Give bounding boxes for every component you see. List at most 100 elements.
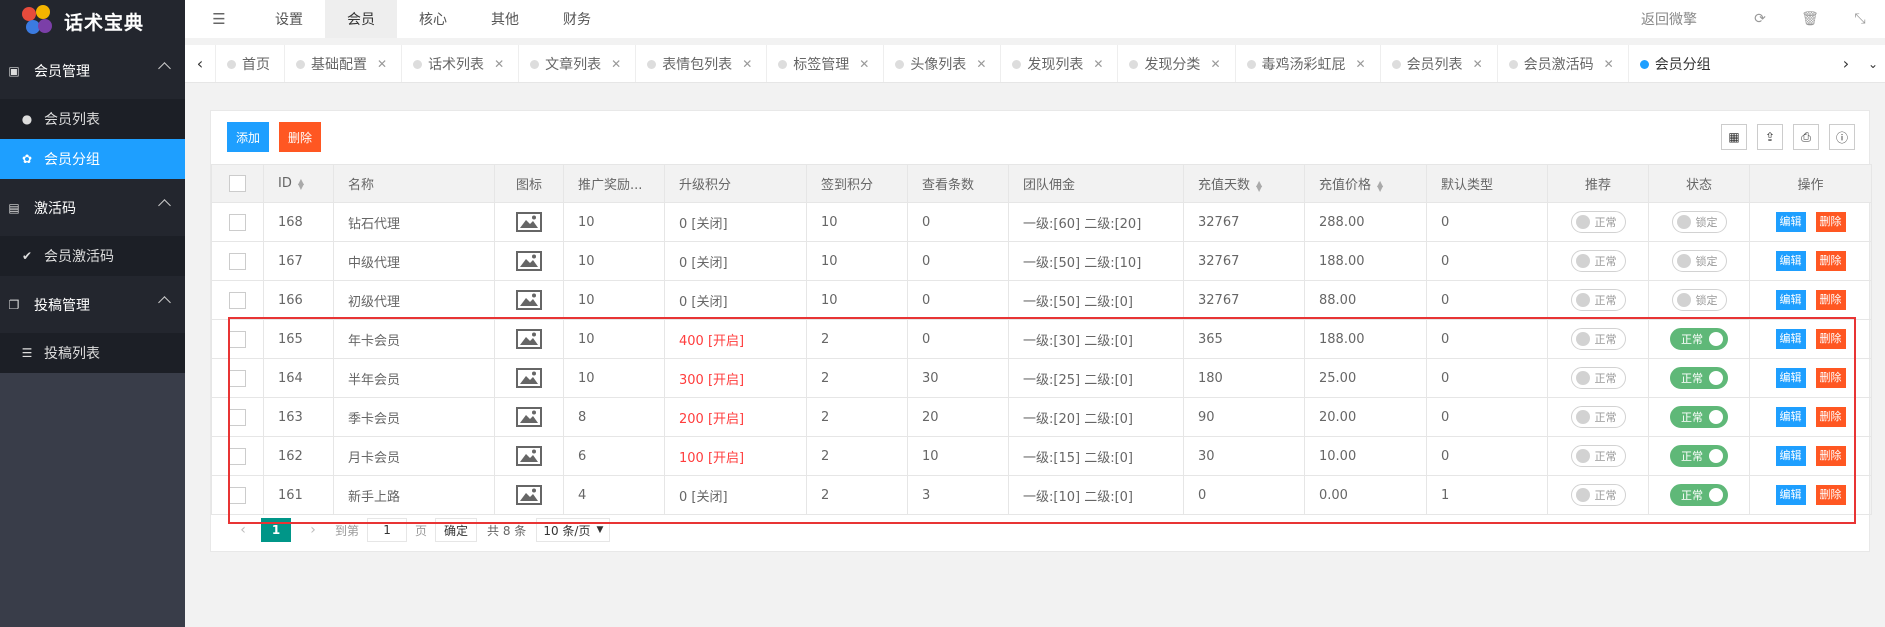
print-icon[interactable]: ⎙ bbox=[1793, 124, 1819, 150]
export-icon[interactable]: ⇪ bbox=[1757, 124, 1783, 150]
delete-row-button[interactable]: 删除 bbox=[1815, 368, 1846, 388]
row-checkbox[interactable] bbox=[229, 330, 246, 348]
close-icon[interactable]: ✕ bbox=[1210, 57, 1220, 71]
edit-button[interactable]: 编辑 bbox=[1775, 485, 1806, 505]
columns-icon[interactable]: ▦ bbox=[1721, 124, 1747, 150]
recommend-switch[interactable]: 正常 bbox=[1570, 328, 1626, 350]
status-switch[interactable]: 锁定 bbox=[1671, 211, 1727, 233]
row-checkbox[interactable] bbox=[229, 486, 246, 504]
status-switch[interactable]: 正常 bbox=[1670, 406, 1728, 428]
current-page[interactable]: 1 bbox=[261, 518, 291, 542]
status-switch[interactable]: 正常 bbox=[1670, 328, 1728, 350]
col-price[interactable]: 充值价格 ▲ ▼ bbox=[1304, 164, 1427, 203]
delete-row-button[interactable]: 删除 bbox=[1815, 446, 1846, 466]
sidebar-item-member-activation-code[interactable]: ✔ 会员激活码 bbox=[0, 236, 185, 276]
edit-button[interactable]: 编辑 bbox=[1775, 329, 1806, 349]
edit-button[interactable]: 编辑 bbox=[1775, 368, 1806, 388]
close-icon[interactable]: ✕ bbox=[1093, 57, 1103, 71]
edit-button[interactable]: 编辑 bbox=[1775, 290, 1806, 310]
recommend-switch[interactable]: 正常 bbox=[1570, 406, 1626, 428]
edit-button[interactable]: 编辑 bbox=[1775, 446, 1806, 466]
prev-page-icon[interactable]: ‹ bbox=[229, 522, 257, 538]
sidebar-group-submission-management[interactable]: ❐ 投稿管理 bbox=[0, 276, 185, 333]
topnav-member[interactable]: 会员 bbox=[325, 0, 397, 38]
row-checkbox[interactable] bbox=[229, 213, 246, 231]
tab-avatar-list[interactable]: 头像列表 ✕ bbox=[883, 45, 1000, 82]
page-input[interactable] bbox=[367, 518, 408, 542]
sidebar-group-member-management[interactable]: ▣ 会员管理 bbox=[0, 42, 185, 99]
close-icon[interactable]: ✕ bbox=[611, 57, 621, 71]
col-id[interactable]: ID ▲ ▼ bbox=[263, 164, 334, 203]
tab-article-list[interactable]: 文章列表 ✕ bbox=[518, 45, 635, 82]
sidebar-item-submission-list[interactable]: ☰ 投稿列表 bbox=[0, 333, 185, 373]
edit-button[interactable]: 编辑 bbox=[1775, 251, 1806, 271]
status-switch[interactable]: 正常 bbox=[1670, 367, 1728, 389]
close-icon[interactable]: ✕ bbox=[859, 57, 869, 71]
delete-row-button[interactable]: 删除 bbox=[1815, 329, 1846, 349]
col-days[interactable]: 充值天数 ▲ ▼ bbox=[1183, 164, 1305, 203]
close-icon[interactable]: ✕ bbox=[494, 57, 504, 71]
fullscreen-icon[interactable]: ⤡ bbox=[1835, 11, 1885, 27]
tabs-next-icon[interactable]: › bbox=[1831, 45, 1861, 82]
sidebar-item-member-list[interactable]: ● 会员列表 bbox=[0, 99, 185, 139]
close-icon[interactable]: ✕ bbox=[742, 57, 752, 71]
tab-tag-management[interactable]: 标签管理 ✕ bbox=[766, 45, 883, 82]
recommend-switch[interactable]: 正常 bbox=[1570, 484, 1626, 506]
tab-chicken-soup[interactable]: 毒鸡汤彩虹屁 ✕ bbox=[1234, 45, 1380, 82]
tab-emoji-list[interactable]: 表情包列表 ✕ bbox=[635, 45, 766, 82]
row-checkbox[interactable] bbox=[229, 252, 246, 270]
row-checkbox[interactable] bbox=[229, 447, 246, 465]
recommend-switch[interactable]: 正常 bbox=[1570, 250, 1626, 272]
status-switch[interactable]: 锁定 bbox=[1671, 250, 1727, 272]
row-checkbox[interactable] bbox=[229, 408, 246, 426]
tab-discover-list[interactable]: 发现列表 ✕ bbox=[1000, 45, 1117, 82]
status-switch[interactable]: 锁定 bbox=[1671, 289, 1727, 311]
status-switch[interactable]: 正常 bbox=[1670, 484, 1728, 506]
tab-basic-config[interactable]: 基础配置 ✕ bbox=[284, 45, 401, 82]
tab-home[interactable]: 首页 bbox=[215, 45, 284, 82]
topnav-core[interactable]: 核心 bbox=[397, 0, 469, 38]
delete-row-button[interactable]: 删除 bbox=[1815, 407, 1846, 427]
tab-member-group[interactable]: 会员分组 bbox=[1627, 45, 1725, 82]
close-icon[interactable]: ✕ bbox=[1604, 57, 1614, 71]
next-page-icon[interactable]: › bbox=[299, 522, 327, 538]
topnav-settings[interactable]: 设置 bbox=[253, 0, 325, 38]
sidebar-group-activation-code[interactable]: ▤ 激活码 bbox=[0, 179, 185, 236]
tab-member-activation[interactable]: 会员激活码 ✕ bbox=[1496, 45, 1628, 82]
delete-row-button[interactable]: 删除 bbox=[1815, 212, 1846, 232]
recommend-switch[interactable]: 正常 bbox=[1570, 289, 1626, 311]
menu-toggle-icon[interactable]: ☰ bbox=[185, 0, 253, 38]
topnav-finance[interactable]: 财务 bbox=[541, 0, 613, 38]
edit-button[interactable]: 编辑 bbox=[1775, 212, 1806, 232]
tab-discover-category[interactable]: 发现分类 ✕ bbox=[1117, 45, 1234, 82]
info-icon[interactable]: ⓘ bbox=[1829, 124, 1855, 150]
row-checkbox[interactable] bbox=[229, 291, 246, 309]
delete-button[interactable]: 删除 bbox=[279, 122, 322, 152]
tabs-menu-icon[interactable]: ⌄ bbox=[1861, 45, 1885, 82]
close-icon[interactable]: ✕ bbox=[1356, 57, 1366, 71]
trash-icon[interactable]: 🗑 bbox=[1785, 11, 1835, 27]
recommend-switch[interactable]: 正常 bbox=[1570, 367, 1626, 389]
close-icon[interactable]: ✕ bbox=[976, 57, 986, 71]
tab-script-list[interactable]: 话术列表 ✕ bbox=[401, 45, 518, 82]
delete-row-button[interactable]: 删除 bbox=[1815, 290, 1846, 310]
confirm-button[interactable]: 确定 bbox=[435, 518, 478, 542]
recommend-switch[interactable]: 正常 bbox=[1570, 211, 1626, 233]
close-icon[interactable]: ✕ bbox=[377, 57, 387, 71]
refresh-icon[interactable]: ⟳ bbox=[1735, 11, 1785, 27]
status-switch[interactable]: 正常 bbox=[1670, 445, 1728, 467]
sidebar-item-member-group[interactable]: ✿ 会员分组 bbox=[0, 139, 185, 179]
select-all-checkbox[interactable] bbox=[229, 175, 246, 192]
page-size-select[interactable]: 10 条/页 ▼ bbox=[536, 518, 611, 542]
edit-button[interactable]: 编辑 bbox=[1775, 407, 1806, 427]
delete-row-button[interactable]: 删除 bbox=[1815, 251, 1846, 271]
topnav-other[interactable]: 其他 bbox=[469, 0, 541, 38]
close-icon[interactable]: ✕ bbox=[1473, 57, 1483, 71]
tab-member-list[interactable]: 会员列表 ✕ bbox=[1379, 45, 1497, 82]
delete-row-button[interactable]: 删除 bbox=[1815, 485, 1846, 505]
return-link[interactable]: 返回微擎 bbox=[1641, 9, 1697, 29]
add-button[interactable]: 添加 bbox=[227, 122, 270, 152]
tabs-prev-icon[interactable]: ‹ bbox=[185, 45, 215, 82]
row-checkbox[interactable] bbox=[229, 369, 246, 387]
recommend-switch[interactable]: 正常 bbox=[1570, 445, 1626, 467]
